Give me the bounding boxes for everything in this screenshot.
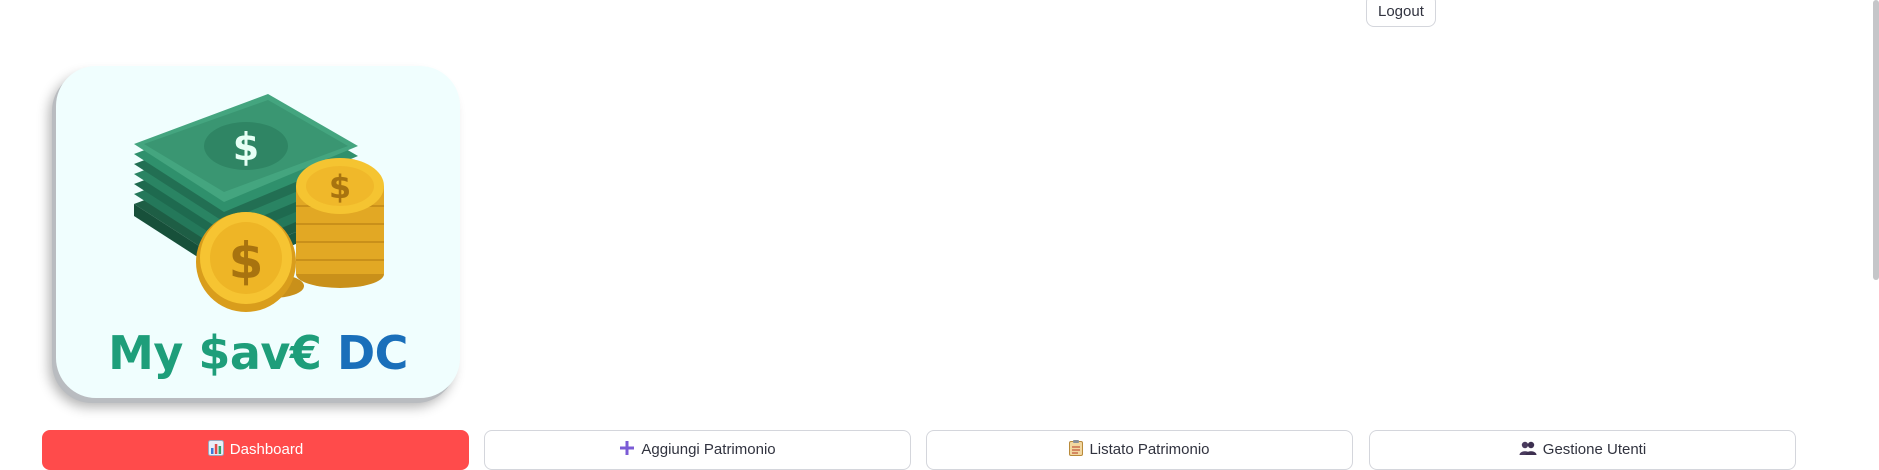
logo-text-save: $av€ (198, 326, 322, 380)
listato-patrimonio-label: Listato Patrimonio (1089, 441, 1210, 458)
page-scrollbar[interactable] (1873, 0, 1879, 280)
gestione-utenti-label: Gestione Utenti (1542, 441, 1647, 458)
svg-text:$: $ (329, 168, 351, 206)
app-logo: $ $ $ My $av€ DC (56, 66, 460, 398)
gestione-utenti-button[interactable]: Gestione Utenti (1369, 430, 1796, 470)
money-stack-illustration: $ $ $ (134, 94, 384, 312)
dashboard-button[interactable]: Dashboard (42, 430, 469, 470)
svg-text:$: $ (233, 125, 259, 169)
logout-button[interactable]: Logout (1366, 0, 1436, 27)
logo-text-dc: DC (336, 326, 408, 380)
logo-text-my: My (108, 326, 183, 380)
users-icon (1519, 440, 1537, 460)
listato-patrimonio-button[interactable]: Listato Patrimonio (926, 430, 1353, 470)
aggiungi-patrimonio-button[interactable]: Aggiungi Patrimonio (484, 430, 911, 470)
bar-chart-icon (207, 440, 224, 460)
dashboard-label: Dashboard (229, 441, 304, 458)
aggiungi-patrimonio-label: Aggiungi Patrimonio (641, 441, 776, 458)
svg-text:$: $ (229, 232, 264, 290)
logo-wordmark: My $av€ DC (56, 326, 460, 380)
plus-icon (619, 440, 635, 460)
clipboard-icon (1069, 440, 1084, 460)
